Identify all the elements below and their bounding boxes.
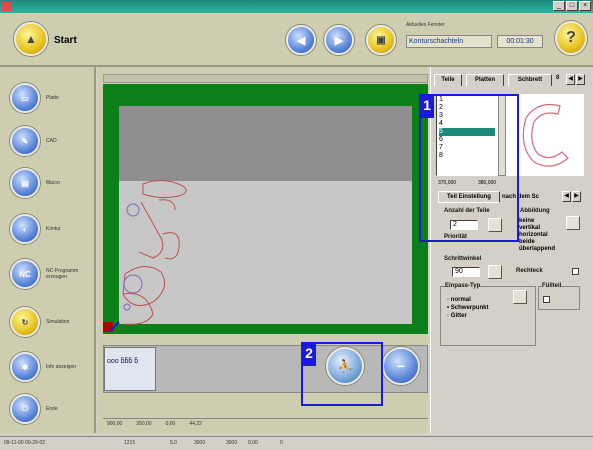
rotation-options[interactable]: keine vertikal horizontal beide überlapp…: [519, 218, 555, 253]
status-v2: 5,0: [170, 440, 177, 446]
sidebar-item-label: Info anzeigen: [46, 364, 77, 370]
start-icon[interactable]: ▲: [14, 22, 48, 56]
fit-type-button[interactable]: [513, 290, 527, 304]
rotation-option[interactable]: überlappend: [519, 246, 555, 253]
maximize-button[interactable]: □: [566, 1, 578, 11]
rotation-option[interactable]: horizontal: [519, 232, 555, 239]
rotation-option[interactable]: vertikal: [519, 225, 555, 232]
title-bar: _ □ ×: [0, 0, 593, 13]
rotation-option[interactable]: beide: [519, 239, 555, 246]
tab-number: 8: [556, 75, 560, 81]
sidebar-item-label: NC-Programm erzeugen: [46, 268, 79, 280]
cad-icon: ✎: [10, 126, 40, 156]
tab-schbrett[interactable]: Schbrett: [508, 74, 552, 86]
sidebar-item-platte[interactable]: ▭ Platte: [10, 83, 90, 113]
app-icon: [2, 2, 11, 11]
tab-scroll-right[interactable]: ▶: [576, 74, 585, 85]
fit-option-label: Gitter: [450, 313, 467, 319]
filling-label: Füllteil: [542, 283, 562, 289]
status-y: 350,00: [136, 421, 152, 427]
nested-parts-drawing: [103, 180, 187, 333]
fit-option-label: Schwerpunkt: [450, 305, 489, 311]
help-icon[interactable]: ?: [555, 21, 587, 55]
rotation-button[interactable]: [566, 216, 580, 230]
fit-option-schwerpunkt[interactable]: • Schwerpunkt: [447, 304, 488, 312]
contour-icon: ◐: [10, 214, 40, 244]
sidebar-item-ende[interactable]: ⏻ Ende: [10, 394, 90, 424]
status-x: 900,00: [107, 421, 123, 427]
step-angle-button[interactable]: [488, 265, 502, 279]
filling-group: Füllteil: [538, 283, 580, 310]
rotation-label: Abbildung: [520, 208, 550, 214]
sidebar-item-cad[interactable]: ✎ CAD: [10, 126, 90, 156]
fit-option-label: normal: [450, 297, 471, 303]
marker-label-2: 2: [302, 344, 316, 366]
current-window-value: Konturschachteln: [406, 35, 492, 48]
sidebar-item-macro[interactable]: ▤ Macro: [10, 168, 90, 198]
marker-label-1: 1: [420, 96, 434, 118]
fit-type-label: Einpass-Typ: [445, 283, 481, 289]
status-v5: 0,00: [248, 440, 258, 446]
close-button[interactable]: ×: [579, 1, 591, 11]
exit-icon: ⏻: [10, 394, 40, 424]
sidebar-item-label: Ende: [46, 406, 58, 412]
status-a: 0,00: [165, 421, 176, 427]
fit-option-gitter[interactable]: ◦ Gitter: [447, 312, 488, 320]
tab-scroll-left[interactable]: ◀: [566, 74, 575, 85]
part-thumbnail[interactable]: ooo ƃƃƃ ƃ: [104, 347, 156, 391]
minimize-button[interactable]: _: [553, 1, 565, 11]
subtab-scroll-left[interactable]: ◀: [562, 191, 571, 202]
start-label: Start: [54, 35, 77, 46]
status-v6: 0: [280, 440, 283, 446]
clock: 00:01:30: [497, 35, 543, 48]
canvas-status: 900,00 350,00 0,00 44,22: [103, 418, 428, 429]
back-button[interactable]: ◀: [286, 25, 316, 55]
sidebar-item-label: CAD: [46, 138, 57, 144]
status-date: 09-11-00 09-29-02: [4, 440, 46, 446]
sidebar-item-nc-programm[interactable]: NC NC-Programm erzeugen: [10, 259, 90, 289]
filling-checkbox[interactable]: [543, 296, 550, 303]
plate-icon: ▭: [10, 83, 40, 113]
sidebar-item-kontur[interactable]: ◐ Kontur: [10, 214, 90, 244]
rectangle-checkbox[interactable]: [572, 268, 579, 275]
marker-box-1: [419, 94, 519, 242]
rectangle-label: Rechteck: [516, 268, 543, 274]
fit-option-normal[interactable]: ◦ normal: [447, 296, 488, 304]
window-controls: _ □ ×: [553, 1, 591, 12]
sidebar-item-label: Simulation: [46, 319, 70, 325]
sidebar-item-label: Kontur: [46, 226, 61, 232]
rotation-option[interactable]: keine: [519, 218, 555, 225]
forward-button[interactable]: ▶: [324, 25, 354, 55]
current-window-caption: Aktuelles Fenster: [406, 22, 445, 28]
remove-icon[interactable]: −: [382, 347, 420, 385]
nc-program-icon: NC: [10, 259, 40, 289]
sidebar-item-label: Macro: [46, 180, 60, 186]
status-bar: 09-11-00 09-29-02 1215 5,0 3000 3000 0,0…: [0, 436, 593, 450]
fit-type-group: Einpass-Typ ◦ normal • Schwerpunkt ◦ Git…: [440, 283, 536, 346]
status-v3: 3000: [194, 440, 206, 446]
sidebar-item-simulation[interactable]: ↻ Simulation: [10, 307, 90, 337]
info-icon: ✱: [10, 352, 40, 382]
step-angle-field[interactable]: 90: [452, 267, 480, 277]
subtab-scroll-right[interactable]: ▶: [572, 191, 581, 202]
tab-teile[interactable]: Teile: [434, 74, 462, 86]
status-v4: 3000: [226, 440, 238, 446]
save-icon[interactable]: ▣: [366, 25, 396, 55]
sidebar-item-info[interactable]: ✱ Info anzeigen: [10, 352, 90, 382]
sidebar-item-label: Platte: [46, 95, 59, 101]
step-angle-label: Schrittwinkel: [444, 256, 482, 262]
sidebar: ▭ Platte ✎ CAD ▤ Macro ◐ Kontur NC NC-Pr…: [0, 67, 96, 433]
canvas-ruler: [103, 74, 428, 83]
simulation-icon: ↻: [10, 307, 40, 337]
tab-platten[interactable]: Platten: [466, 74, 504, 86]
status-b: 44,22: [189, 421, 202, 427]
toolbar: ▲ Start ◀ ▶ ▣ Aktuelles Fenster Kontursc…: [0, 13, 593, 67]
status-v1: 1215: [124, 440, 136, 446]
macro-icon: ▤: [10, 168, 40, 198]
